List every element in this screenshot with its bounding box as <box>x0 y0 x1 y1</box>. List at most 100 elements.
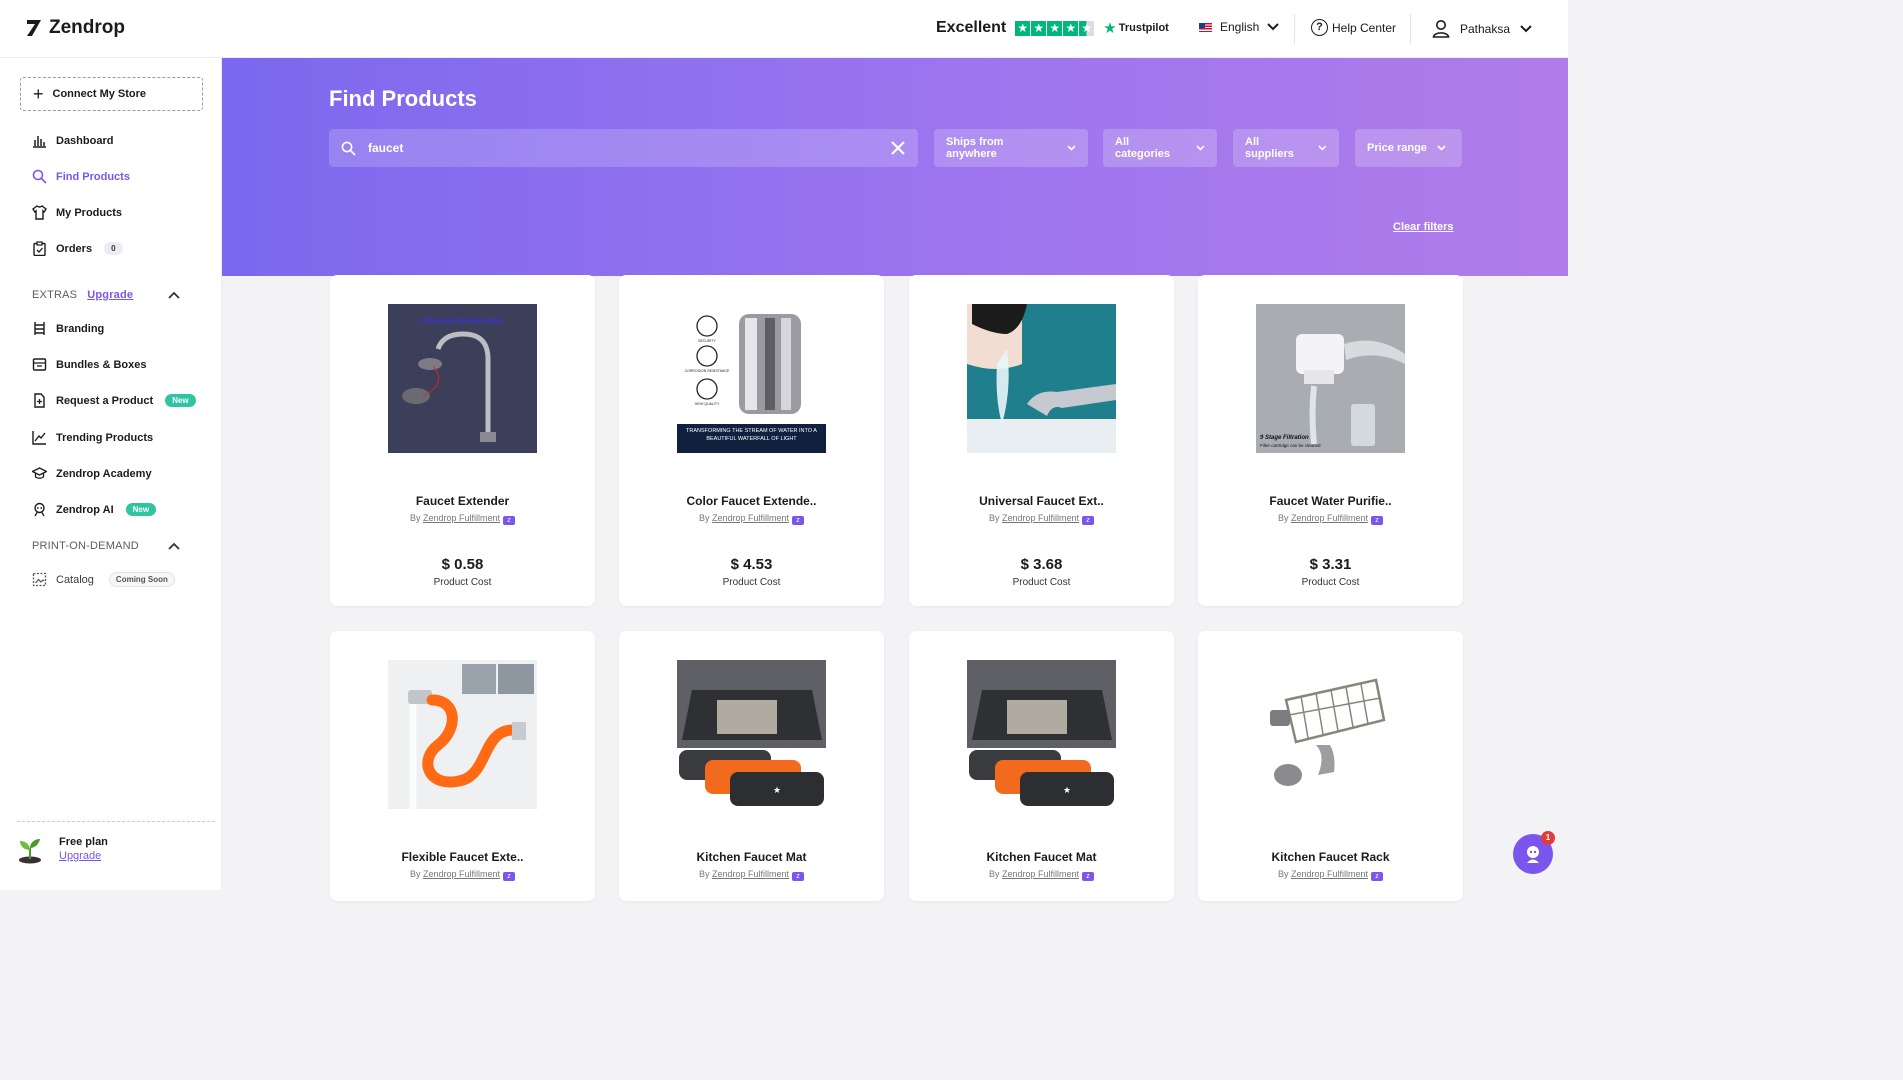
sidebar-item-zendrop-ai[interactable]: Zendrop AI New <box>32 502 157 517</box>
supplier-link[interactable]: Zendrop Fulfillment <box>423 869 500 879</box>
by-prefix: By <box>698 869 710 879</box>
help-center-link[interactable]: ? Help Center <box>1311 19 1396 36</box>
sidebar-item-label: Find Products <box>56 170 130 183</box>
sidebar-item-label: Dashboard <box>56 134 114 147</box>
extras-section-header: EXTRAS Upgrade <box>32 289 180 301</box>
user-name: Pathaksa <box>1460 21 1511 36</box>
academy-icon <box>32 466 47 481</box>
product-name[interactable]: Faucet Extender <box>330 494 595 508</box>
plant-icon <box>19 839 41 864</box>
sidebar-item-dashboard[interactable]: Dashboard <box>32 133 113 148</box>
star-icon: ★ <box>1031 20 1047 36</box>
sidebar-item-bundles-boxes[interactable]: Bundles & Boxes <box>32 357 146 372</box>
request-icon <box>32 393 47 408</box>
price-range-filter[interactable]: Price range <box>1355 129 1462 167</box>
zendrop-badge-icon: z <box>792 516 805 525</box>
product-image <box>1256 660 1405 809</box>
product-card[interactable]: ★ Kitchen Faucet Mat By Zendrop Fulfillm… <box>909 631 1174 901</box>
product-name[interactable]: Kitchen Faucet Rack <box>1198 850 1463 864</box>
product-name[interactable]: Kitchen Faucet Mat <box>909 850 1174 864</box>
sidebar-item-branding[interactable]: Branding <box>32 321 104 336</box>
product-card[interactable]: Universal rotating water Faucet Extender… <box>330 275 595 606</box>
sidebar-item-zendrop-academy[interactable]: Zendrop Academy <box>32 466 152 481</box>
supplier-link[interactable]: Zendrop Fulfillment <box>712 513 789 523</box>
zendrop-badge-icon: z <box>1371 516 1384 525</box>
zendrop-logo[interactable]: Zendrop <box>26 17 125 39</box>
sidebar-item-my-products[interactable]: My Products <box>32 205 122 220</box>
product-card[interactable]: SECURITY CORROSION RESISTANCE HIGH QUALI… <box>619 275 884 606</box>
supplier-link[interactable]: Zendrop Fulfillment <box>1291 869 1368 879</box>
chevron-up-icon[interactable] <box>168 542 180 550</box>
product-image: ★ <box>967 660 1116 809</box>
price-label: Product Cost <box>1012 577 1071 588</box>
product-card[interactable]: Universal Faucet Ext.. By Zendrop Fulfil… <box>909 275 1174 606</box>
ships-from-filter[interactable]: Ships from anywhere <box>934 129 1088 167</box>
zendrop-badge-icon: z <box>1082 516 1095 525</box>
by-prefix: By <box>1277 869 1289 879</box>
clear-filters-link[interactable]: Clear filters <box>1393 221 1454 233</box>
coming-soon-badge: Coming Soon <box>108 572 175 587</box>
star-icon: ★ <box>1015 20 1031 36</box>
language-selector[interactable]: English <box>1199 20 1280 34</box>
close-icon[interactable] <box>888 138 908 158</box>
divider <box>1294 14 1295 44</box>
ai-icon <box>32 502 47 517</box>
product-card[interactable]: 9 Stage Filtration Filter cartridge can … <box>1198 275 1463 606</box>
sidebar: + Connect My Store Dashboard Find Produc… <box>0 58 222 890</box>
supplier-link[interactable]: Zendrop Fulfillment <box>1002 513 1079 523</box>
sidebar-item-label: Trending Products <box>56 431 154 444</box>
sidebar-item-label: Zendrop AI <box>56 503 114 516</box>
product-card[interactable]: ★ Kitchen Faucet Mat By Zendrop Fulfillm… <box>619 631 884 901</box>
sidebar-item-label: Request a Product <box>56 394 154 407</box>
extras-upgrade-link[interactable]: Upgrade <box>87 289 133 301</box>
trustpilot-label: Trustpilot <box>1118 22 1169 34</box>
product-card[interactable]: Flexible Faucet Exte.. By Zendrop Fulfil… <box>330 631 595 901</box>
pod-section-header: PRINT-ON-DEMAND <box>32 540 180 552</box>
chat-support-button[interactable]: 1 <box>1513 831 1555 874</box>
image-subtitle-text: Filter cartridge can be cleaned <box>1260 443 1321 448</box>
product-image <box>388 660 537 809</box>
search-input[interactable]: faucet <box>329 129 918 167</box>
star-icon: ★ <box>1063 20 1079 36</box>
top-bar: Zendrop Excellent ★ ★ ★ ★ ★ ★ Trustpilot … <box>0 0 1568 58</box>
plan-upgrade-link[interactable]: Upgrade <box>59 850 108 862</box>
supplier-link[interactable]: Zendrop Fulfillment <box>423 513 500 523</box>
trustpilot-rating[interactable]: Excellent ★ ★ ★ ★ ★ ★ Trustpilot <box>936 19 1169 37</box>
categories-filter[interactable]: All categories <box>1103 129 1217 167</box>
product-card[interactable]: Kitchen Faucet Rack By Zendrop Fulfillme… <box>1198 631 1463 901</box>
supplier-link[interactable]: Zendrop Fulfillment <box>1002 869 1079 879</box>
image-title-text: 9 Stage Filtration <box>1260 435 1309 441</box>
supplier-link[interactable]: Zendrop Fulfillment <box>1291 513 1368 523</box>
product-name[interactable]: Universal Faucet Ext.. <box>909 494 1174 508</box>
price-label: Product Cost <box>1301 577 1360 588</box>
product-image: ★ <box>677 660 826 809</box>
price-label: Product Cost <box>722 577 781 588</box>
product-supplier: By Zendrop Fulfillment z <box>1198 869 1463 881</box>
product-name[interactable]: Kitchen Faucet Mat <box>619 850 884 864</box>
sidebar-item-trending-products[interactable]: Trending Products <box>32 430 153 445</box>
trustpilot-brand: ★ Trustpilot <box>1103 19 1169 37</box>
connect-store-button[interactable]: + Connect My Store <box>20 77 203 111</box>
sidebar-item-request-product[interactable]: Request a Product New <box>32 393 196 408</box>
by-prefix: By <box>409 869 421 879</box>
sidebar-item-label: Zendrop Academy <box>56 467 152 480</box>
supplier-link[interactable]: Zendrop Fulfillment <box>712 869 789 879</box>
product-image: SECURITY CORROSION RESISTANCE HIGH QUALI… <box>677 304 826 453</box>
chevron-down-icon <box>1520 24 1532 32</box>
product-name[interactable]: Flexible Faucet Exte.. <box>330 850 595 864</box>
sidebar-item-orders[interactable]: Orders 0 <box>32 241 123 256</box>
rating-word: Excellent <box>936 19 1007 36</box>
notification-badge: 1 <box>1541 831 1555 845</box>
product-image <box>967 304 1116 453</box>
chevron-up-icon[interactable] <box>168 291 180 299</box>
suppliers-filter[interactable]: All suppliers <box>1233 129 1339 167</box>
user-menu[interactable]: Pathaksa <box>1432 19 1532 38</box>
catalog-icon <box>32 572 47 587</box>
pod-title: PRINT-ON-DEMAND <box>32 540 139 552</box>
sidebar-item-find-products[interactable]: Find Products <box>32 169 130 184</box>
sidebar-item-catalog[interactable]: Catalog Coming Soon <box>32 572 175 587</box>
chevron-down-icon <box>1267 23 1280 31</box>
product-supplier: By Zendrop Fulfillment z <box>619 869 884 881</box>
product-name[interactable]: Color Faucet Extende.. <box>619 494 884 508</box>
product-name[interactable]: Faucet Water Purifie.. <box>1198 494 1463 508</box>
